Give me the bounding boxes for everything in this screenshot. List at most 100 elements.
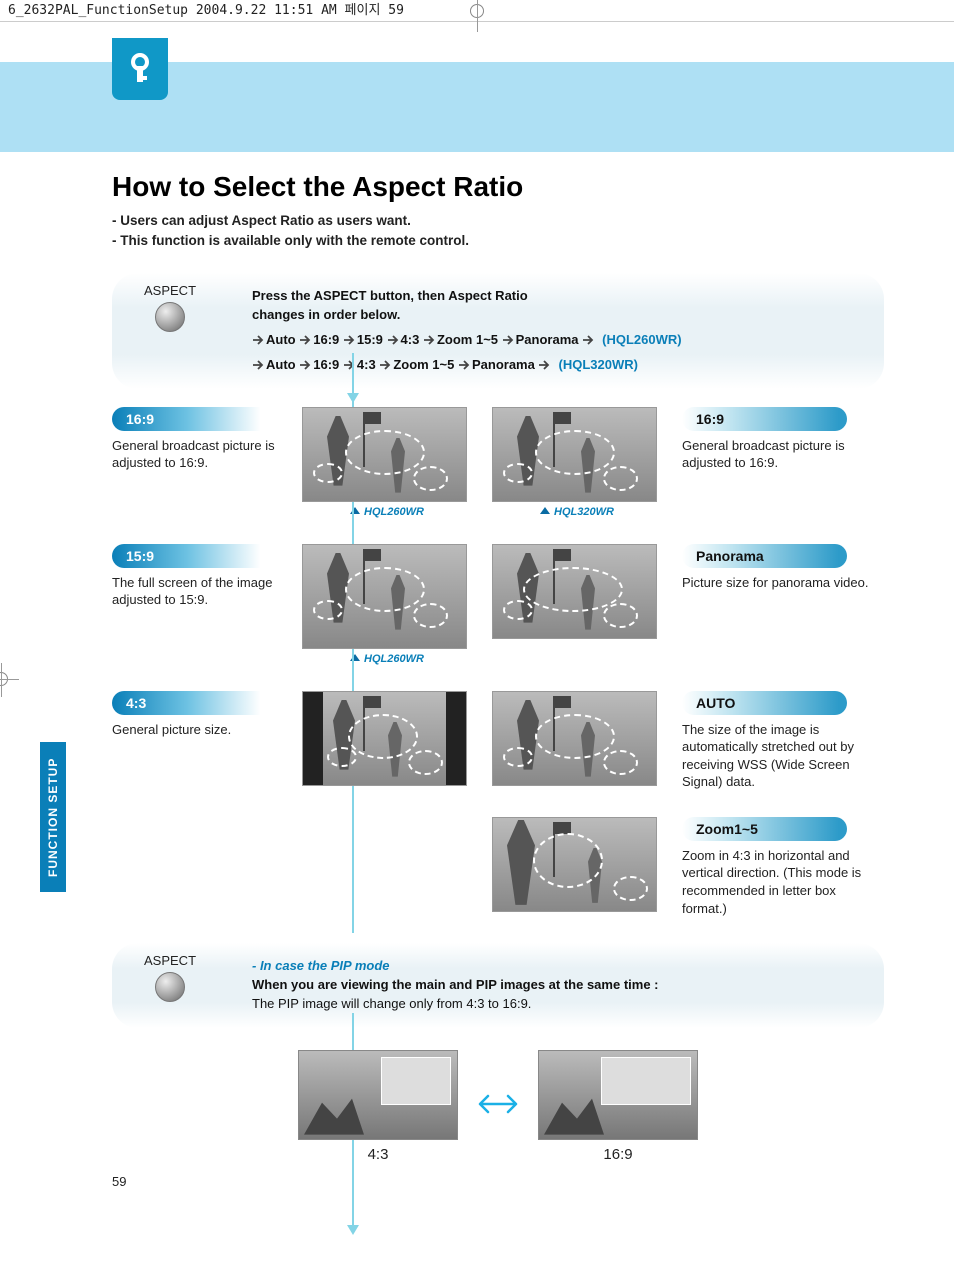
- page-title: How to Select the Aspect Ratio: [112, 172, 884, 203]
- pip-image-row: 4:3 16:9: [112, 1050, 884, 1163]
- pip-label: 4:3: [298, 1146, 458, 1163]
- pip-heading: - In case the PIP mode: [252, 957, 864, 976]
- pip-thumbnail: [298, 1050, 458, 1140]
- crop-mark-header: 6_2632PAL_FunctionSetup 2004.9.22 11:51 …: [0, 0, 954, 22]
- ratio-pill: 16:9: [112, 407, 277, 431]
- seq-item: 4:3: [357, 357, 376, 372]
- sequence-1: Auto 16:9 15:9 4:3 Zoom 1~5 Panorama (HQ…: [252, 331, 864, 350]
- thumb-col: [492, 817, 662, 912]
- thumb-caption: HQL320WR: [492, 506, 662, 518]
- seq-item: 16:9: [313, 332, 339, 347]
- ratio-desc: The full screen of the image adjusted to…: [112, 574, 282, 609]
- seq-item: 15:9: [357, 332, 383, 347]
- panel-text: changes in order below.: [252, 306, 864, 325]
- thumb-col: HQL320WR: [492, 407, 662, 518]
- aspect-label: ASPECT: [144, 283, 196, 298]
- caption-text: HQL260WR: [364, 653, 424, 665]
- right-block: Panorama Picture size for panorama video…: [682, 544, 882, 592]
- instruction-panel: ASPECT Press the ASPECT button, then Asp…: [112, 273, 884, 388]
- crop-mark-text: 6_2632PAL_FunctionSetup 2004.9.22 11:51 …: [8, 3, 404, 18]
- remote-button-icon: [155, 302, 185, 332]
- right-block: Zoom1~5 Zoom in 4:3 in horizontal and ve…: [682, 817, 882, 917]
- aspect-button-graphic: ASPECT: [144, 953, 196, 1002]
- page-number: 59: [112, 1174, 126, 1189]
- ratio-pill: Panorama: [682, 544, 847, 568]
- sequence-2: Auto 16:9 4:3 Zoom 1~5 Panorama (HQL320W…: [252, 356, 864, 375]
- seq-item: Panorama: [516, 332, 579, 347]
- ratio-pill: 16:9: [682, 407, 847, 431]
- seq-item: Auto: [266, 332, 296, 347]
- intro-text: - Users can adjust Aspect Ratio as users…: [112, 211, 884, 252]
- ratio-desc: Zoom in 4:3 in horizontal and vertical d…: [682, 847, 882, 917]
- ratio-pill: AUTO: [682, 691, 847, 715]
- seq-model: (HQL320WR): [552, 357, 637, 372]
- left-block: 4:3 General picture size.: [112, 691, 282, 739]
- seq-item: Auto: [266, 357, 296, 372]
- registration-mark-icon: [470, 4, 484, 18]
- header-band: [0, 62, 954, 152]
- screen-thumbnail: [492, 691, 657, 786]
- thumb-col: HQL260WR: [302, 544, 472, 665]
- seq-model: (HQL260WR): [596, 332, 681, 347]
- panel-body: - In case the PIP mode When you are view…: [252, 957, 864, 1014]
- row-16-9: 16:9 General broadcast picture is adjust…: [112, 407, 884, 518]
- pip-thumb-block: 4:3: [298, 1050, 458, 1163]
- intro-line: - This function is available only with t…: [112, 231, 884, 251]
- triangle-icon: [540, 507, 550, 514]
- pip-panel-wrap: ASPECT - In case the PIP mode When you a…: [112, 943, 884, 1163]
- caption-text: HQL320WR: [554, 506, 614, 518]
- ratio-pill: 15:9: [112, 544, 277, 568]
- left-block: 15:9 The full screen of the image adjust…: [112, 544, 282, 609]
- thumb-col: HQL260WR: [302, 407, 472, 518]
- pip-label: 16:9: [538, 1146, 698, 1163]
- ratio-desc: Picture size for panorama video.: [682, 574, 882, 592]
- row-4-3: 4:3 General picture size. AUTO The size …: [112, 691, 884, 791]
- pip-panel: ASPECT - In case the PIP mode When you a…: [112, 943, 884, 1028]
- ratio-pill: 4:3: [112, 691, 277, 715]
- pip-thumbnail: [538, 1050, 698, 1140]
- right-block: 16:9 General broadcast picture is adjust…: [682, 407, 882, 472]
- swap-arrow-icon: [478, 1089, 518, 1124]
- arrowhead-icon: [347, 1225, 359, 1235]
- panel1-wrap: ASPECT Press the ASPECT button, then Asp…: [112, 273, 884, 388]
- remote-button-icon: [155, 972, 185, 1002]
- ratio-desc: General picture size.: [112, 721, 282, 739]
- seq-item: 4:3: [401, 332, 420, 347]
- row-15-9: 15:9 The full screen of the image adjust…: [112, 544, 884, 665]
- seq-item: 16:9: [313, 357, 339, 372]
- aspect-button-graphic: ASPECT: [144, 283, 196, 332]
- content-area: How to Select the Aspect Ratio - Users c…: [0, 152, 954, 1163]
- screen-thumbnail: [492, 407, 657, 502]
- screen-thumbnail: [302, 544, 467, 649]
- arrowhead-icon: [347, 393, 359, 403]
- ratio-desc: General broadcast picture is adjusted to…: [682, 437, 882, 472]
- pip-thumb-block: 16:9: [538, 1050, 698, 1163]
- seq-item: Panorama: [472, 357, 535, 372]
- left-block: 16:9 General broadcast picture is adjust…: [112, 407, 282, 472]
- page: FUNCTION SETUP How to Select the Aspect …: [0, 62, 954, 1203]
- aspect-label: ASPECT: [144, 953, 196, 968]
- ratio-desc: General broadcast picture is adjusted to…: [112, 437, 282, 472]
- screen-thumbnail: [492, 544, 657, 639]
- screen-thumbnail: [302, 691, 467, 786]
- pip-text: When you are viewing the main and PIP im…: [252, 976, 864, 995]
- ratio-pill: Zoom1~5: [682, 817, 847, 841]
- thumb-caption: HQL260WR: [302, 653, 472, 665]
- thumb-col: [302, 691, 472, 786]
- intro-line: - Users can adjust Aspect Ratio as users…: [112, 211, 884, 231]
- right-block: AUTO The size of the image is automatica…: [682, 691, 882, 791]
- row-zoom: Zoom1~5 Zoom in 4:3 in horizontal and ve…: [112, 817, 884, 917]
- panel-text: Press the ASPECT button, then Aspect Rat…: [252, 287, 864, 306]
- pip-text: The PIP image will change only from 4:3 …: [252, 995, 864, 1014]
- panel-body: Press the ASPECT button, then Aspect Rat…: [252, 287, 864, 374]
- ratio-desc: The size of the image is automatically s…: [682, 721, 882, 791]
- thumb-caption: HQL260WR: [302, 506, 472, 518]
- caption-text: HQL260WR: [364, 506, 424, 518]
- seq-item: Zoom 1~5: [437, 332, 498, 347]
- thumb-col: [492, 691, 662, 786]
- screen-thumbnail: [302, 407, 467, 502]
- thumb-col: [492, 544, 662, 639]
- screen-thumbnail: [492, 817, 657, 912]
- seq-item: Zoom 1~5: [393, 357, 454, 372]
- key-icon: [112, 38, 168, 100]
